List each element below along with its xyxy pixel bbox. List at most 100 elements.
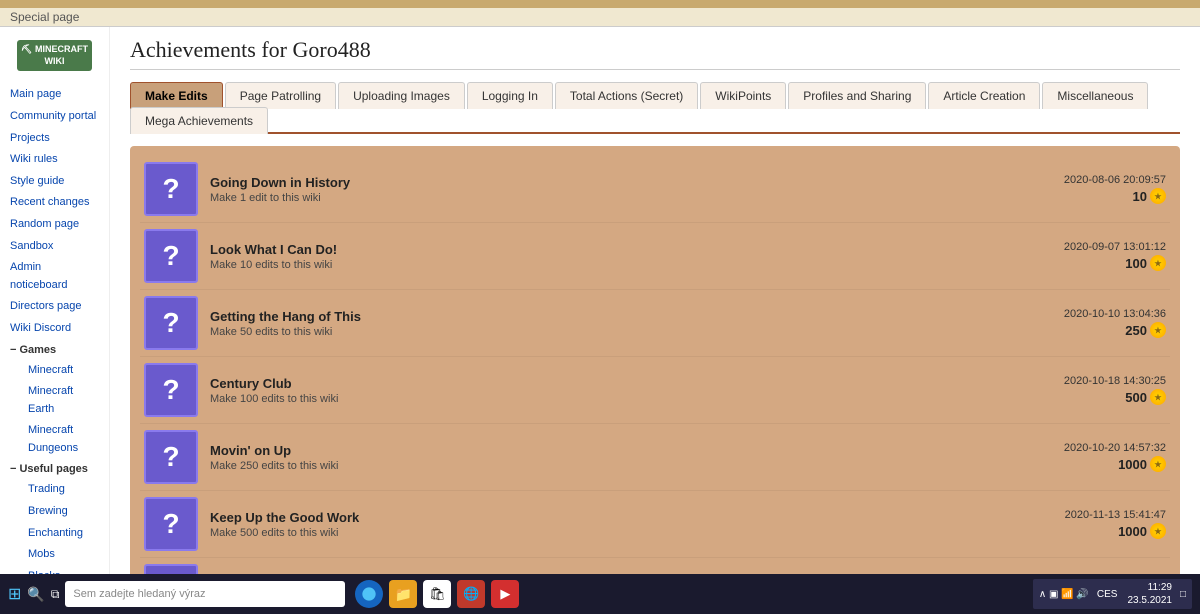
tab-page-patrolling[interactable]: Page Patrolling (225, 82, 336, 109)
achievement-icon: ? (144, 296, 198, 350)
taskbar-search-placeholder: Sem zadejte hledaný výraz (73, 588, 205, 600)
chrome-icon[interactable]: 🌐 (457, 580, 485, 608)
tab-logging-in[interactable]: Logging In (467, 82, 553, 109)
reward-date: 2020-08-06 20:09:57 (1006, 174, 1166, 186)
question-mark-icon: ? (162, 508, 179, 540)
tab-profiles-and-sharing[interactable]: Profiles and Sharing (788, 82, 926, 109)
achievement-icon: ? (144, 564, 198, 574)
page-title: Achievements for Goro488 (130, 37, 1180, 70)
taskbar-search-bar[interactable]: Sem zadejte hledaný výraz (65, 581, 345, 607)
achievement-icon: ? (144, 430, 198, 484)
top-decorative-bar (0, 0, 1200, 8)
reward-date: 2020-10-18 14:30:25 (1006, 375, 1166, 387)
achievement-reward: 2020-10-10 13:04:36 250 ★ (1006, 308, 1166, 338)
sidebar-item-minecraft-dungeons[interactable]: Minecraft Dungeons (18, 420, 109, 459)
coin-icon: ★ (1150, 188, 1166, 204)
windows-icon[interactable]: ⊞ (8, 584, 21, 604)
sidebar-item-minecraft[interactable]: Minecraft (18, 360, 109, 382)
sidebar-item-brewing[interactable]: Brewing (18, 501, 109, 523)
achievement-icon: ? (144, 363, 198, 417)
sidebar-item-projects[interactable]: Projects (0, 128, 109, 150)
app-icon-red[interactable]: ▶ (491, 580, 519, 608)
site-logo[interactable]: ⛏ MINECRAFTWIKI (0, 35, 109, 76)
achievement-icon: ? (144, 497, 198, 551)
folder-icon-taskbar[interactable]: 📁 (389, 580, 417, 608)
clock-display: 11:29 23.5.2021 (1127, 581, 1172, 607)
reward-points: 500 ★ (1006, 389, 1166, 405)
sidebar-item-style-guide[interactable]: Style guide (0, 171, 109, 193)
sidebar-item-wiki-rules[interactable]: Wiki rules (0, 149, 109, 171)
achievement-info: Century Club Make 100 edits to this wiki (210, 376, 1006, 405)
achievement-reward: 2020-08-06 20:09:57 10 ★ (1006, 174, 1166, 204)
sidebar-item-recent-changes[interactable]: Recent changes (0, 192, 109, 214)
achievement-row: ? Look What I Can Do! Make 10 edits to t… (140, 223, 1170, 290)
achievement-title: Going Down in History (210, 175, 1006, 190)
achievements-container: ? Going Down in History Make 1 edit to t… (130, 146, 1180, 574)
tab-make-edits[interactable]: Make Edits (130, 82, 223, 109)
logo-text: ⛏ MINECRAFTWIKI (17, 40, 92, 71)
task-view-icon[interactable]: ⧉ (51, 587, 60, 602)
sidebar-item-random-page[interactable]: Random page (0, 214, 109, 236)
achievement-icon: ? (144, 162, 198, 216)
achievement-info: Going Down in History Make 1 edit to thi… (210, 175, 1006, 204)
store-icon[interactable]: 🛍 (423, 580, 451, 608)
reward-points: 100 ★ (1006, 255, 1166, 271)
sidebar-item-enchanting[interactable]: Enchanting (18, 523, 109, 545)
edge-icon[interactable] (355, 580, 383, 608)
tab-article-creation[interactable]: Article Creation (928, 82, 1040, 109)
notification-icon[interactable]: □ (1180, 589, 1186, 600)
sidebar-item-wiki-discord[interactable]: Wiki Discord (0, 318, 109, 340)
tab-wikipoints[interactable]: WikiPoints (700, 82, 786, 109)
reward-points: 1000 ★ (1006, 456, 1166, 472)
achievement-info: Keep Up the Good Work Make 500 edits to … (210, 510, 1006, 539)
achievement-desc: Make 1 edit to this wiki (210, 192, 1006, 204)
achievement-reward: 2020-10-18 14:30:25 500 ★ (1006, 375, 1166, 405)
achievement-info: Movin' on Up Make 250 edits to this wiki (210, 443, 1006, 472)
search-icon-taskbar[interactable]: 🔍 (27, 586, 44, 603)
special-page-bar: Special page (0, 8, 1200, 27)
achievement-desc: Make 500 edits to this wiki (210, 527, 1006, 539)
language-indicator: CES (1097, 589, 1118, 600)
sidebar-item-main-page[interactable]: Main page (0, 84, 109, 106)
achievement-info: Getting the Hang of This Make 50 edits t… (210, 309, 1006, 338)
achievement-reward: 2020-09-07 13:01:12 100 ★ (1006, 241, 1166, 271)
tab-miscellaneous[interactable]: Miscellaneous (1042, 82, 1148, 109)
tab-uploading-images[interactable]: Uploading Images (338, 82, 465, 109)
achievement-row: ? Century Club Make 100 edits to this wi… (140, 357, 1170, 424)
taskbar: ⊞ 🔍 ⧉ Sem zadejte hledaný výraz 📁 🛍 🌐 ▶ … (0, 574, 1200, 614)
achievement-desc: Make 100 edits to this wiki (210, 393, 1006, 405)
sidebar-item-community-portal[interactable]: Community portal (0, 106, 109, 128)
achievement-row: ? Getting the Hang of This Make 50 edits… (140, 290, 1170, 357)
reward-date: 2020-10-20 14:57:32 (1006, 442, 1166, 454)
achievement-desc: Make 250 edits to this wiki (210, 460, 1006, 472)
achievement-desc: Make 10 edits to this wiki (210, 259, 1006, 271)
question-mark-icon: ? (162, 173, 179, 205)
achievement-title: Getting the Hang of This (210, 309, 1006, 324)
useful-pages-section-header[interactable]: Useful pages (0, 459, 109, 479)
tabs-container: Make EditsPage PatrollingUploading Image… (130, 82, 1180, 134)
coin-icon: ★ (1150, 456, 1166, 472)
coin-icon: ★ (1150, 255, 1166, 271)
reward-points: 1000 ★ (1006, 523, 1166, 539)
sidebar-item-directors-page[interactable]: Directors page (0, 296, 109, 318)
achievement-info: Look What I Can Do! Make 10 edits to thi… (210, 242, 1006, 271)
coin-icon: ★ (1150, 389, 1166, 405)
content-area: Achievements for Goro488 Make EditsPage … (110, 27, 1200, 574)
sidebar-item-minecraft-earth[interactable]: Minecraft Earth (18, 381, 109, 420)
achievement-row: ? Going Down in History Make 1 edit to t… (140, 156, 1170, 223)
tab-total-actions-secret[interactable]: Total Actions (Secret) (555, 82, 698, 109)
sidebar-item-sandbox[interactable]: Sandbox (0, 236, 109, 258)
sidebar-item-admin-noticeboard[interactable]: Admin noticeboard (0, 257, 109, 296)
achievement-reward: 2020-10-20 14:57:32 1000 ★ (1006, 442, 1166, 472)
question-mark-icon: ? (162, 240, 179, 272)
achievement-row: ? Movin' on Up Make 250 edits to this wi… (140, 424, 1170, 491)
sidebar-item-trading[interactable]: Trading (18, 479, 109, 501)
reward-date: 2020-09-07 13:01:12 (1006, 241, 1166, 253)
tab-mega-achievements[interactable]: Mega Achievements (130, 107, 268, 134)
achievement-title: Keep Up the Good Work (210, 510, 1006, 525)
games-section-header[interactable]: Games (0, 340, 109, 360)
achievement-title: Movin' on Up (210, 443, 1006, 458)
achievement-icon: ? (144, 229, 198, 283)
sidebar-item-blocks[interactable]: Blocks (18, 566, 109, 574)
sidebar-item-mobs[interactable]: Mobs (18, 544, 109, 566)
